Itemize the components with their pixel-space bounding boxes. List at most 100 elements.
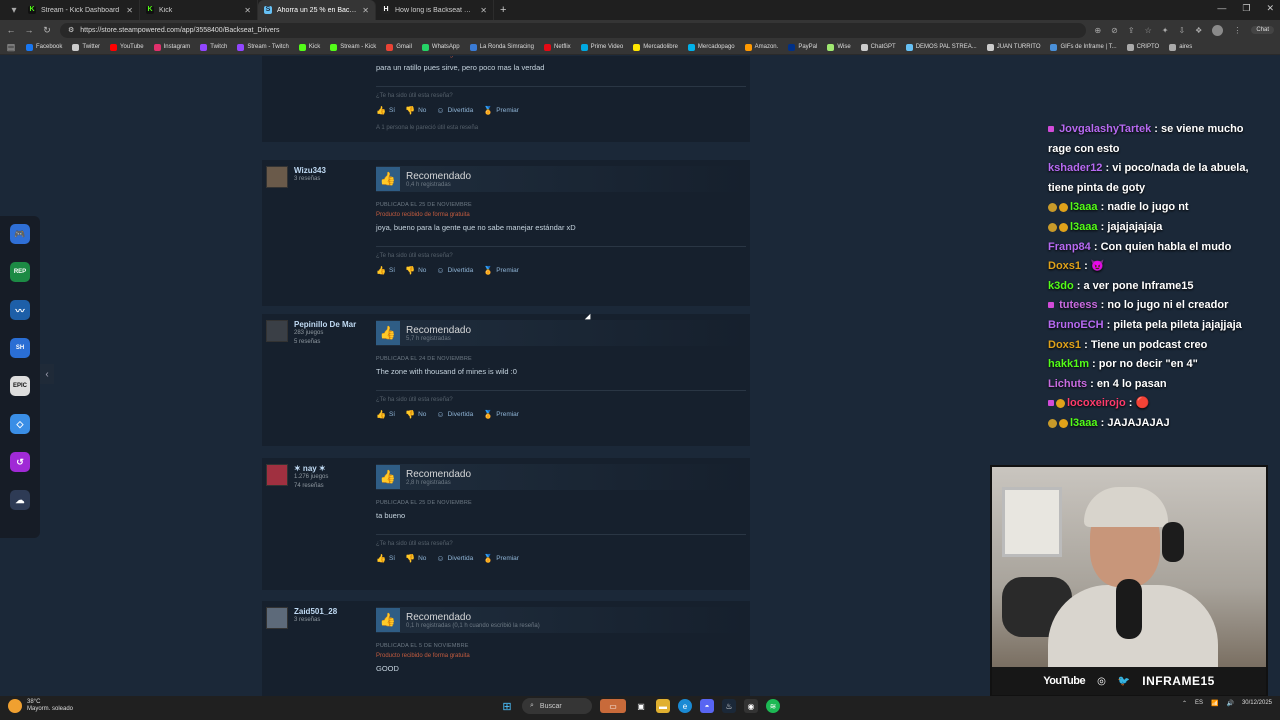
chat-username[interactable]: locoxeirojo xyxy=(1067,397,1126,409)
chat-username[interactable]: l3aaa xyxy=(1070,201,1098,213)
site-info-icon[interactable]: ⚙ xyxy=(68,26,74,34)
edge-icon[interactable]: e xyxy=(678,699,692,713)
bookmark-item[interactable]: Stream - Twitch xyxy=(237,43,289,51)
downloads-icon[interactable]: ⇩ xyxy=(1178,26,1185,35)
profile-avatar[interactable] xyxy=(1212,24,1224,36)
bookmark-item[interactable]: Prime Video xyxy=(580,43,623,51)
bookmark-item[interactable]: Wise xyxy=(827,43,851,51)
gamepad-icon[interactable]: 🎮 xyxy=(10,224,30,244)
bookmark-item[interactable]: Twitch xyxy=(200,43,227,51)
chat-username[interactable]: tuteess xyxy=(1059,299,1098,311)
award-button[interactable]: 🏅 Premiar xyxy=(483,266,519,275)
tab-kick-dashboard[interactable]: K Stream - Kick Dashboard ✕ xyxy=(22,0,140,20)
bookmark-item[interactable]: YouTube xyxy=(110,43,144,51)
bookmark-item[interactable]: La Ronda Simracing xyxy=(469,43,534,51)
funny-vote-button[interactable]: ☺ Divertida xyxy=(436,106,473,115)
chat-username[interactable]: Doxs1 xyxy=(1048,260,1081,272)
close-icon[interactable]: ✕ xyxy=(362,6,369,15)
close-window-icon[interactable]: ✕ xyxy=(1266,3,1274,14)
review-author[interactable]: ✶ nay ✶ 1.276 juegos 74 reseñas xyxy=(266,464,366,491)
minimize-icon[interactable]: — xyxy=(1217,3,1226,14)
recommendation-title[interactable]: Recomendado xyxy=(406,171,471,182)
puzzle-icon[interactable]: ❖ xyxy=(1195,26,1202,35)
reload-icon[interactable]: ↻ xyxy=(42,25,52,36)
volume-icon[interactable]: 🔊 xyxy=(1226,700,1233,707)
rep-icon[interactable]: REP xyxy=(10,262,30,282)
avatar[interactable] xyxy=(266,166,288,188)
avatar[interactable] xyxy=(266,320,288,342)
bookmark-item[interactable]: Kick xyxy=(298,43,320,51)
taskbar-search[interactable]: ⌕ Buscar xyxy=(522,698,592,714)
new-tab-icon[interactable]: + xyxy=(500,4,506,16)
back-icon[interactable]: ← xyxy=(6,25,16,35)
bookmark-item[interactable]: Gmail xyxy=(386,43,412,51)
close-icon[interactable]: ✕ xyxy=(480,6,487,15)
bookmark-item[interactable]: aires xyxy=(1169,43,1192,51)
extensions-icon[interactable]: ✦ xyxy=(1162,26,1169,35)
menu-dots-icon[interactable]: ⋮ xyxy=(1233,26,1241,35)
thumbs-down-vote-button[interactable]: 👎 No xyxy=(405,106,426,115)
funny-vote-button[interactable]: ☺ Divertida xyxy=(436,554,473,563)
maximize-icon[interactable]: ❐ xyxy=(1242,3,1250,14)
bookmark-item[interactable]: WhatsApp xyxy=(421,43,460,51)
task-view-icon[interactable]: ▣ xyxy=(634,699,648,713)
chat-username[interactable]: JovgalashyTartek xyxy=(1059,123,1151,135)
language-indicator[interactable]: ES xyxy=(1195,700,1203,706)
bookmark-item[interactable]: Netflix xyxy=(543,43,571,51)
chat-username[interactable]: l3aaa xyxy=(1070,417,1098,429)
thumbs-up-vote-button[interactable]: 👍 Sí xyxy=(376,410,395,419)
thumbs-up-vote-button[interactable]: 👍 Sí xyxy=(376,266,395,275)
tab-steam-backseat[interactable]: S Ahorra un 25 % en Backseat Drivers ✕ xyxy=(258,0,376,20)
wifi-icon[interactable]: 📶 xyxy=(1211,700,1218,707)
bookmark-item[interactable]: Facebook xyxy=(26,43,62,51)
url-input[interactable]: ⚙ https://store.steampowered.com/app/355… xyxy=(60,22,1087,38)
chat-username[interactable]: Franp84 xyxy=(1048,241,1091,253)
forward-icon[interactable]: → xyxy=(24,25,34,35)
zoom-icon[interactable]: ⊕ xyxy=(1094,26,1101,35)
thumbs-down-vote-button[interactable]: 👎 No xyxy=(405,266,426,275)
bookmark-item[interactable]: GIFs de Inframe | T... xyxy=(1050,43,1117,51)
thumbs-up-vote-button[interactable]: 👍 Sí xyxy=(376,106,395,115)
bookmark-item[interactable]: Twitter xyxy=(72,43,100,51)
tab-howlongtobeat[interactable]: H How long is Backseat Drivers? | H ✕ xyxy=(376,0,494,20)
tab-kick[interactable]: K Kick ✕ xyxy=(140,0,258,20)
award-button[interactable]: 🏅 Premiar xyxy=(483,410,519,419)
epic-games-icon[interactable]: EPIC xyxy=(10,376,30,396)
discord-icon[interactable]: ◇ xyxy=(10,414,30,434)
review-author[interactable]: Pepinillo De Mar 283 juegos 5 reseñas xyxy=(266,320,366,347)
clock[interactable]: 30/12/2025 xyxy=(1242,699,1272,707)
chat-username[interactable]: Lichuts xyxy=(1048,378,1087,390)
bookmark-item[interactable]: PayPal xyxy=(788,43,817,51)
tray-arrow-icon[interactable]: ⌃ xyxy=(1182,700,1187,707)
award-button[interactable]: 🏅 Premiar xyxy=(483,554,519,563)
widget-image-icon[interactable]: ▭ xyxy=(600,699,626,713)
funny-vote-button[interactable]: ☺ Divertida xyxy=(436,410,473,419)
avatar[interactable] xyxy=(266,607,288,629)
award-button[interactable]: 🏅 Premiar xyxy=(483,106,519,115)
recommendation-title[interactable]: Recomendado xyxy=(406,325,471,336)
bookmark-item[interactable]: Mercadopago xyxy=(687,43,735,51)
review-author[interactable]: Zaid501_28 3 reseñas xyxy=(266,607,366,629)
chart-icon[interactable]: 〰 xyxy=(10,300,30,320)
steam-taskbar-icon[interactable]: ♨ xyxy=(722,699,736,713)
avatar[interactable] xyxy=(266,464,288,486)
close-icon[interactable]: ✕ xyxy=(244,6,251,15)
obs-icon[interactable]: ◉ xyxy=(744,699,758,713)
review-author[interactable]: Wizu343 3 reseñas xyxy=(266,166,366,188)
apps-icon[interactable]: ▤ xyxy=(6,42,16,53)
file-explorer-icon[interactable]: ▬ xyxy=(656,699,670,713)
bookmark-item[interactable]: ChatGPT xyxy=(860,43,896,51)
close-icon[interactable]: ✕ xyxy=(126,6,133,15)
shop-icon[interactable]: SH xyxy=(10,338,30,358)
recommendation-title[interactable]: Recomendado xyxy=(406,469,471,480)
thumbs-down-vote-button[interactable]: 👎 No xyxy=(405,554,426,563)
share-icon[interactable]: ⇪ xyxy=(1128,26,1135,35)
spotify-icon[interactable]: ≋ xyxy=(766,699,780,713)
cloud-icon[interactable]: ☁ xyxy=(10,490,30,510)
bookmark-item[interactable]: Amazon. xyxy=(744,43,778,51)
chat-username[interactable]: l3aaa xyxy=(1070,221,1098,233)
chat-username[interactable]: k3do xyxy=(1048,280,1074,292)
chat-username[interactable]: hakk1m xyxy=(1048,358,1089,370)
windows-start-icon[interactable]: ⊞ xyxy=(500,699,514,713)
thumbs-down-vote-button[interactable]: 👎 No xyxy=(405,410,426,419)
